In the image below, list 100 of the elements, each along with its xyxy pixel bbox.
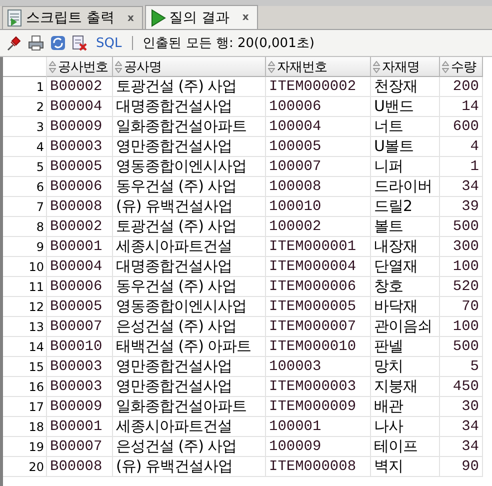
- table-cell: B00004: [47, 257, 113, 277]
- table-cell: 100001: [266, 417, 371, 437]
- close-button[interactable]: x: [127, 12, 134, 24]
- table-cell: B00007: [47, 437, 113, 457]
- row-number: 13: [3, 317, 47, 337]
- table-cell: (유) 유백건설사업: [113, 197, 266, 217]
- table-cell: 300: [440, 237, 483, 257]
- table-cell: B00008: [47, 197, 113, 217]
- row-number: 1: [3, 77, 47, 97]
- pin-icon[interactable]: [6, 35, 22, 51]
- table-cell: 90: [440, 457, 483, 477]
- table-cell: 520: [440, 277, 483, 297]
- table-cell: 지붕재: [371, 377, 440, 397]
- table-cell: ITEM000003: [266, 377, 371, 397]
- table-cell: 벽지: [371, 457, 440, 477]
- table-cell: 나사: [371, 417, 440, 437]
- table-cell: 34: [440, 437, 483, 457]
- table-cell: 세종시아파트건설: [113, 237, 266, 257]
- column-header[interactable]: 수량: [440, 57, 483, 77]
- table-cell: ITEM000007: [266, 317, 371, 337]
- table-cell: 일화종합건설아파트: [113, 397, 266, 417]
- sql-link[interactable]: SQL: [96, 36, 122, 50]
- sort-icon: [442, 60, 449, 72]
- table-cell: B00006: [47, 277, 113, 297]
- table-cell: 테이프: [371, 437, 440, 457]
- table-cell: B00008: [47, 457, 113, 477]
- row-number: 17: [3, 397, 47, 417]
- table-cell: 창호: [371, 277, 440, 297]
- row-number: 12: [3, 297, 47, 317]
- delete-icon[interactable]: [72, 35, 88, 51]
- table-cell: B00004: [47, 97, 113, 117]
- row-number: 3: [3, 117, 47, 137]
- table-cell: 39: [440, 197, 483, 217]
- table-cell: 영만종합건설사업: [113, 377, 266, 397]
- table-cell: 볼트: [371, 217, 440, 237]
- row-number: 9: [3, 237, 47, 257]
- table-cell: B00002: [47, 77, 113, 97]
- table-cell: 동우건설 (주) 사업: [113, 177, 266, 197]
- table-cell: ITEM000004: [266, 257, 371, 277]
- table-cell: 대명종합건설사업: [113, 257, 266, 277]
- table-cell: (유) 유백건설사업: [113, 457, 266, 477]
- table-cell: B00001: [47, 237, 113, 257]
- table-cell: 100004: [266, 117, 371, 137]
- table-cell: B00009: [47, 397, 113, 417]
- table-cell: 200: [440, 77, 483, 97]
- table-cell: ITEM000009: [266, 397, 371, 417]
- table-cell: 14: [440, 97, 483, 117]
- table-cell: 세종시아파트건설: [113, 417, 266, 437]
- table-cell: 500: [440, 217, 483, 237]
- table-cell: 판넬: [371, 337, 440, 357]
- table-cell: 토광건설 (주) 사업: [113, 217, 266, 237]
- table-cell: ITEM000005: [266, 297, 371, 317]
- column-header[interactable]: 공사번호: [47, 57, 113, 77]
- table-cell: 600: [440, 117, 483, 137]
- table-cell: ITEM000008: [266, 457, 371, 477]
- table-cell: U볼트: [371, 137, 440, 157]
- table-cell: 1: [440, 157, 483, 177]
- tab-label: 질의 결과: [168, 8, 230, 26]
- row-number: 15: [3, 357, 47, 377]
- table-cell: B00003: [47, 377, 113, 397]
- table-cell: ITEM000002: [266, 77, 371, 97]
- table-cell: B00003: [47, 137, 113, 157]
- refresh-icon[interactable]: [50, 35, 66, 51]
- play-icon: [150, 8, 166, 26]
- document-icon: [7, 9, 23, 27]
- column-header[interactable]: 공사명: [113, 57, 266, 77]
- row-number: 2: [3, 97, 47, 117]
- table-cell: 일화종합건설아파트: [113, 117, 266, 137]
- table-cell: 100002: [266, 217, 371, 237]
- table-cell: 내장재: [371, 237, 440, 257]
- row-number: 20: [3, 457, 47, 477]
- row-number: 7: [3, 197, 47, 217]
- table-cell: 100008: [266, 177, 371, 197]
- table-cell: 영동종합이엔시사업: [113, 297, 266, 317]
- printer-icon[interactable]: [28, 35, 44, 51]
- column-header[interactable]: 자재번호: [266, 57, 371, 77]
- corner-cell: [3, 57, 47, 77]
- table-cell: 4: [440, 137, 483, 157]
- tab[interactable]: 질의 결과 x: [144, 5, 258, 29]
- table-cell: 배관: [371, 397, 440, 417]
- table-cell: B00005: [47, 157, 113, 177]
- table-cell: 100006: [266, 97, 371, 117]
- table-cell: 500: [440, 337, 483, 357]
- table-cell: 대명종합건설사업: [113, 97, 266, 117]
- table-cell: 드라이버: [371, 177, 440, 197]
- row-number: 19: [3, 437, 47, 457]
- column-header[interactable]: 자재명: [371, 57, 440, 77]
- table-cell: 드릴2: [371, 197, 440, 217]
- close-button[interactable]: x: [242, 12, 249, 23]
- table-cell: ITEM000001: [266, 237, 371, 257]
- table-cell: 100: [440, 317, 483, 337]
- row-number: 18: [3, 417, 47, 437]
- table-cell: B00001: [47, 417, 113, 437]
- row-number: 6: [3, 177, 47, 197]
- row-number: 10: [3, 257, 47, 277]
- table-cell: B00002: [47, 217, 113, 237]
- table-cell: B00003: [47, 357, 113, 377]
- tab[interactable]: 스크립트 출력 x: [2, 6, 143, 29]
- table-cell: B00006: [47, 177, 113, 197]
- tab-label: 스크립트 출력: [26, 9, 114, 27]
